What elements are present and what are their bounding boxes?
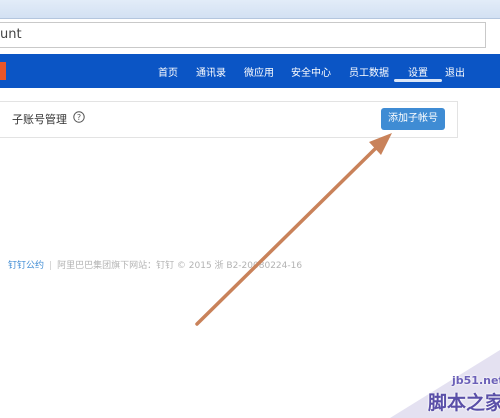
watermark-domain: jb51.net [452, 374, 500, 387]
watermark-name: 脚本之家 [428, 392, 500, 414]
watermark: jb51.net 脚本之家 [390, 350, 500, 418]
arrow-shaft [195, 146, 378, 326]
